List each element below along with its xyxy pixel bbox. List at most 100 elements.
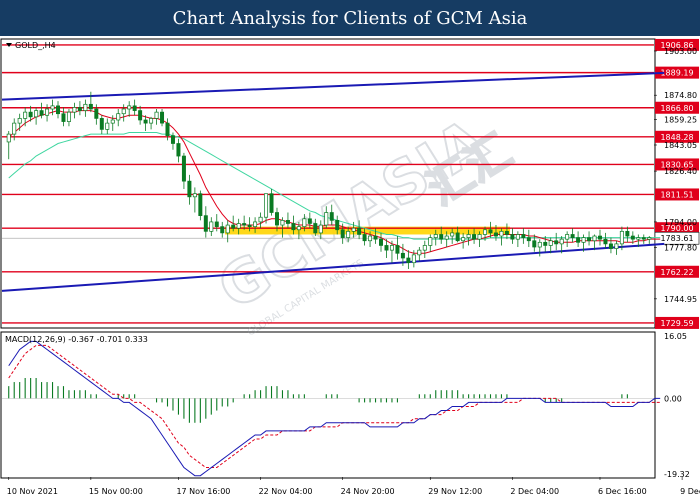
candle-body (88, 103, 93, 110)
candle-body (472, 234, 477, 240)
candle-body (488, 229, 493, 234)
candle-body (510, 234, 515, 240)
macd-tick-label: 16.05 (664, 332, 687, 341)
candle-body (395, 245, 400, 254)
candle-body (559, 238, 564, 245)
price-tick-label: 1859.25 (664, 116, 697, 125)
macd-tick-label: 0.00 (664, 394, 682, 403)
candle-body (34, 110, 39, 118)
candle-body (324, 212, 329, 226)
time-tick-label: 2 Dec 04:00 (510, 487, 559, 496)
candle-body (121, 108, 126, 115)
candle-body (165, 122, 170, 137)
price-tick-label: 1826.40 (664, 167, 697, 176)
candle-body (187, 180, 192, 198)
candle-body (526, 237, 531, 242)
candle-body (368, 235, 373, 242)
candle-body (209, 221, 214, 232)
candle-body (483, 229, 488, 235)
candle-body (576, 237, 581, 243)
candle-body (132, 105, 137, 111)
candle-body (39, 110, 44, 116)
candle-body (346, 230, 351, 238)
page-title: Chart Analysis for Clients of GCM Asia (172, 7, 528, 29)
macd-tick-label: -19.32 (664, 470, 690, 479)
candle-body (160, 111, 165, 124)
candle-body (214, 221, 219, 227)
candle-body (389, 245, 394, 251)
candle-body (17, 118, 22, 124)
candle-body (231, 224, 236, 229)
candle-body (45, 108, 50, 116)
candle-body (225, 224, 230, 234)
candle-body (220, 226, 225, 234)
candle-body (12, 122, 17, 135)
candle-body (302, 218, 307, 227)
candle-body (493, 232, 498, 237)
macd-label: MACD(12,26,9) -0.367 -0.701 0.333 (5, 335, 148, 344)
candle-body (444, 235, 449, 240)
candle-body (143, 119, 148, 124)
time-tick-label: 24 Nov 20:00 (341, 487, 395, 496)
candle-body (307, 218, 312, 224)
price-tick-label: 1794.00 (664, 218, 697, 227)
candle-body (28, 111, 33, 118)
level-label: 1729.59 (660, 319, 693, 328)
candle-body (242, 223, 247, 226)
candle-body (258, 216, 263, 223)
candle-body (110, 119, 115, 124)
level-label: 1762.22 (660, 268, 693, 277)
candle-body (373, 235, 378, 240)
candle-body (466, 234, 471, 238)
symbol-label: GOLD_,H4 (15, 41, 56, 50)
candle-body (450, 232, 455, 237)
candle-body (614, 243, 619, 249)
candle-body (504, 230, 509, 235)
price-tick-label: 1903.00 (664, 47, 697, 56)
candle-body (198, 193, 203, 217)
candle-body (149, 118, 154, 124)
candle-body (400, 252, 405, 259)
candle-body (269, 193, 274, 213)
candle-body (411, 254, 416, 264)
candle-body (203, 215, 208, 232)
candle-body (499, 230, 504, 237)
level-label: 1889.19 (660, 69, 693, 78)
candle-body (236, 223, 241, 229)
candle-body (285, 220, 290, 224)
candle-body (61, 113, 66, 122)
candle-body (72, 107, 77, 113)
candle-body (154, 111, 159, 119)
candle-body (181, 155, 186, 182)
candle-body (105, 122, 110, 130)
candle-body (592, 235, 597, 242)
candle-body (340, 229, 345, 238)
price-tick-label: 1777.80 (664, 243, 697, 252)
candle-body (351, 227, 356, 232)
candle-body (291, 223, 296, 231)
candle-body (127, 105, 132, 110)
candle-body (94, 108, 99, 119)
candle-body (581, 237, 586, 243)
candle-body (362, 234, 367, 242)
time-tick-label: 6 Dec 16:00 (598, 487, 647, 496)
time-tick-label: 22 Nov 04:00 (259, 487, 313, 496)
candle-body (138, 110, 143, 121)
candle-body (455, 232, 460, 242)
current-price-label: 1783.61 (660, 234, 693, 243)
candle-body (23, 111, 28, 119)
candle-body (83, 103, 88, 111)
candle-body (176, 143, 181, 157)
candle-body (280, 220, 285, 226)
candle-body (417, 249, 422, 256)
candle-body (521, 234, 526, 238)
candle-body (422, 245, 427, 251)
candle-body (515, 234, 520, 240)
level-label: 1866.80 (660, 104, 693, 113)
candle-body (77, 107, 82, 111)
candle-body (56, 105, 61, 115)
candle-body (357, 227, 362, 235)
candle-body (625, 230, 630, 237)
candle-body (335, 220, 340, 231)
candle-body (253, 221, 258, 227)
